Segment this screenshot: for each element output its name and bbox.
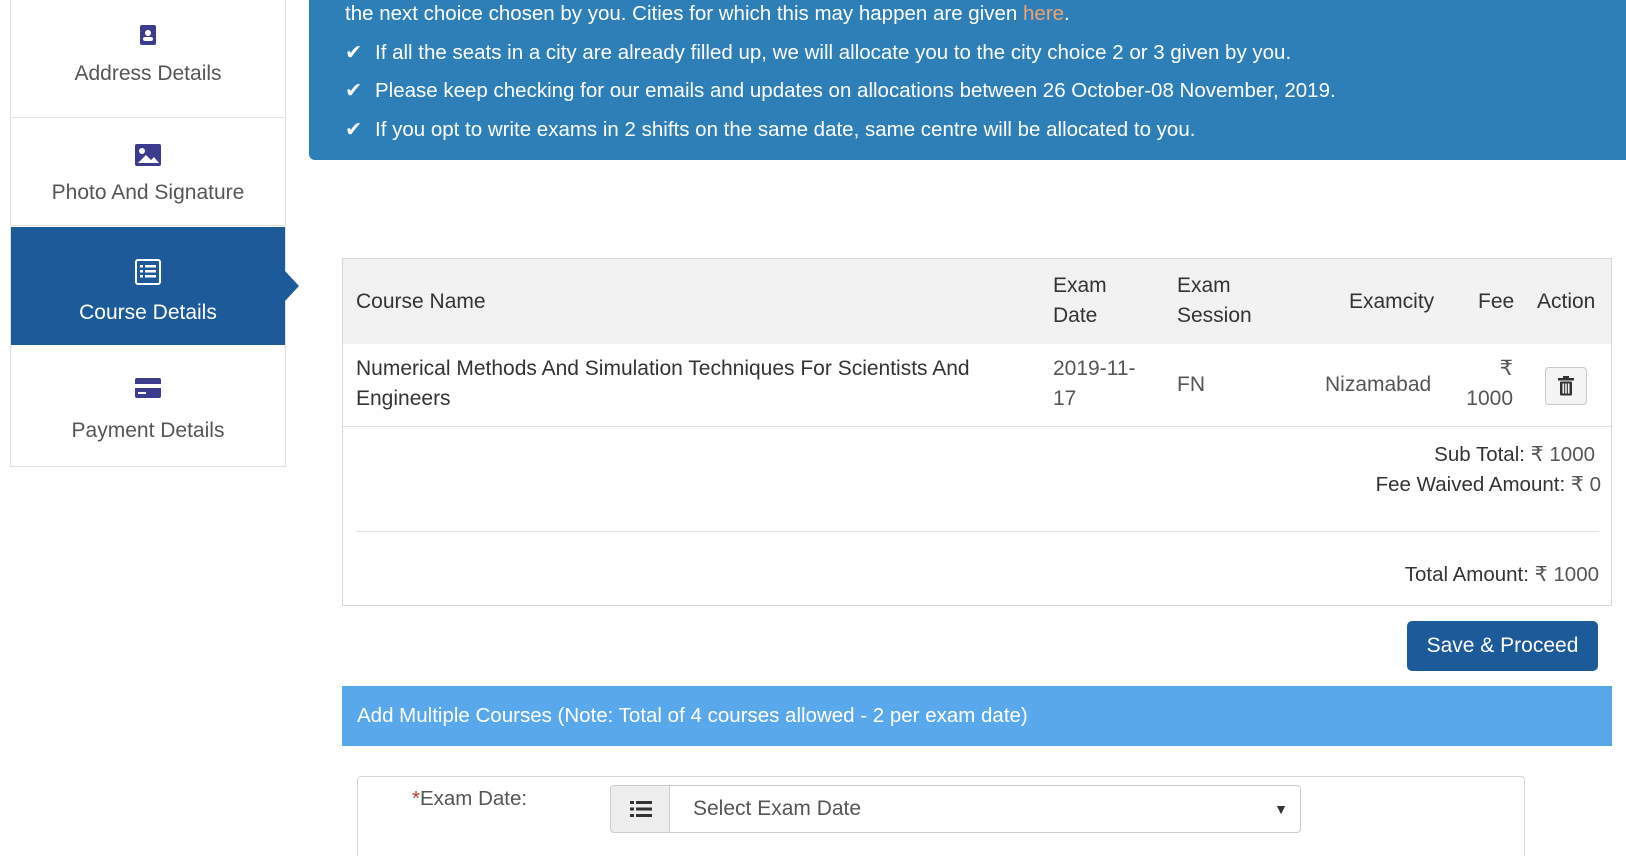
sidebar-item-label: Course Details bbox=[79, 301, 217, 324]
table-row: Numerical Methods And Simulation Techniq… bbox=[343, 344, 1611, 427]
sidebar-item-label: Photo And Signature bbox=[51, 181, 245, 204]
course-name-cell: Numerical Methods And Simulation Techniq… bbox=[356, 357, 970, 410]
checkmark-icon: ✔ bbox=[345, 41, 363, 64]
totals-divider bbox=[355, 531, 1599, 532]
fee-waived-amount: Fee Waived Amount: ₹ 0 bbox=[1375, 473, 1601, 496]
fee-cell: ₹ 1000 bbox=[1466, 357, 1513, 410]
add-multiple-courses-bar: Add Multiple Courses (Note: Total of 4 c… bbox=[342, 686, 1612, 746]
header-fee: Fee bbox=[1478, 290, 1515, 313]
header-exam-session: Exam Session bbox=[1177, 274, 1252, 327]
sidebar-nav: Address Details Photo And Signature Cour… bbox=[10, 0, 299, 467]
exam-date-form: *Exam Date: Select Exam Date ▼ bbox=[357, 776, 1525, 856]
header-examcity: Examcity bbox=[1349, 290, 1435, 313]
banner-bullet: ✔ If all the seats in a city are already … bbox=[345, 41, 1292, 64]
delete-course-button[interactable] bbox=[1545, 367, 1587, 405]
sidebar-item-label: Payment Details bbox=[71, 419, 225, 442]
trash-icon bbox=[1558, 376, 1574, 396]
exam-session-cell: FN bbox=[1177, 373, 1205, 396]
banner-line: the next choice chosen by you. Cities fo… bbox=[345, 2, 1070, 25]
list-icon bbox=[630, 801, 652, 817]
header-exam-date: Exam Date bbox=[1053, 274, 1107, 327]
list-icon bbox=[11, 259, 285, 289]
checkmark-icon: ✔ bbox=[345, 79, 363, 102]
info-banner: the next choice chosen by you. Cities fo… bbox=[309, 0, 1626, 160]
exam-date-cell: 2019-11- 17 bbox=[1053, 357, 1136, 410]
sidebar-item-label: Address Details bbox=[74, 62, 222, 85]
sidebar-item-photo-and-signature[interactable]: Photo And Signature bbox=[11, 108, 285, 226]
list-icon-addon bbox=[610, 785, 670, 833]
exam-date-select[interactable]: Select Exam Date ▼ bbox=[669, 785, 1301, 833]
save-and-proceed-button[interactable]: Save & Proceed bbox=[1407, 621, 1598, 671]
here-link[interactable]: here bbox=[1023, 2, 1064, 25]
banner-bullet: ✔ Please keep checking for our emails and… bbox=[345, 79, 1336, 102]
chevron-down-icon: ▼ bbox=[1274, 801, 1288, 817]
course-table-panel: Course Name Exam Date Exam Session Examc… bbox=[342, 258, 1612, 606]
image-icon bbox=[11, 143, 285, 173]
address-card-icon bbox=[11, 24, 285, 54]
sub-total: Sub Total: ₹ 1000 bbox=[1434, 443, 1595, 466]
header-course-name: Course Name bbox=[356, 290, 486, 313]
credit-card-icon bbox=[11, 377, 285, 407]
exam-city-cell: Nizamabad bbox=[1325, 373, 1432, 396]
total-amount: Total Amount: ₹ 1000 bbox=[1404, 563, 1599, 586]
sidebar-item-course-details[interactable]: Course Details bbox=[11, 227, 299, 345]
exam-date-label: *Exam Date: bbox=[412, 787, 528, 810]
sidebar-item-payment-details[interactable]: Payment Details bbox=[11, 347, 285, 465]
sidebar-item-address-details[interactable]: Address Details bbox=[11, 0, 285, 118]
banner-bullet: ✔ If you opt to write exams in 2 shifts o… bbox=[345, 118, 1196, 141]
checkmark-icon: ✔ bbox=[345, 118, 363, 141]
table-header: Course Name Exam Date Exam Session Examc… bbox=[343, 259, 1611, 344]
header-action: Action bbox=[1537, 290, 1596, 313]
